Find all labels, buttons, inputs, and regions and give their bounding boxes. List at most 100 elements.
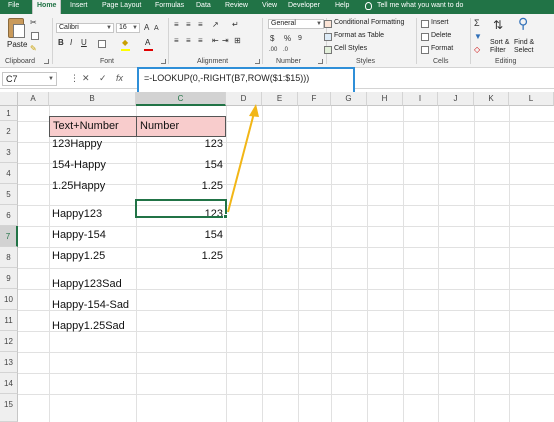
row-header-15[interactable]: 15 [0,394,18,422]
delete-button[interactable]: Delete [431,32,451,39]
font-size-combo[interactable]: 16 ▼ [116,23,140,33]
fill-icon[interactable]: ▼ [474,32,482,42]
decrease-decimal-icon[interactable]: .0 [283,45,288,55]
format-as-table-button[interactable]: Format as Table [334,32,384,39]
row-header-2[interactable]: 2 [0,121,18,142]
decrease-indent-icon[interactable]: ⇤ [212,36,219,46]
alignment-launcher-icon[interactable] [255,59,260,64]
row-header-14[interactable]: 14 [0,373,18,394]
percent-button[interactable]: % [284,34,291,44]
row-header-8[interactable]: 8 [0,247,18,268]
insert-button[interactable]: Insert [431,19,449,26]
increase-font-icon[interactable]: A [144,23,149,33]
tab-data[interactable]: Data [196,2,211,9]
select-all-corner[interactable] [0,92,18,106]
comma-style-icon[interactable]: 9 [298,34,302,44]
insert-function-button[interactable]: fx [116,73,123,83]
autosum-icon[interactable]: Σ [474,18,480,28]
copy-icon[interactable] [31,32,39,40]
cell-b13[interactable]: Happy1.25Sad [49,317,169,336]
cancel-icon[interactable]: ✕ [82,73,90,84]
row-header-9[interactable]: 9 [0,268,18,289]
cell-b3[interactable]: 123Happy [49,135,136,154]
row-header-12[interactable]: 12 [0,331,18,352]
align-top-icon[interactable]: ≡ [174,20,179,30]
cell-c4[interactable]: 154 [136,156,226,175]
wrap-text-icon[interactable]: ↵ [232,20,239,30]
cell-c2[interactable]: Number [136,116,226,137]
cell-c5[interactable]: 1.25 [136,177,226,196]
column-header-b[interactable]: B [49,92,136,106]
column-header-f[interactable]: F [298,92,331,106]
fill-handle[interactable] [223,214,228,219]
row-header-4[interactable]: 4 [0,163,18,184]
currency-button[interactable]: $ [270,34,274,44]
clear-icon[interactable]: ◇ [474,45,480,55]
column-header-e[interactable]: E [262,92,298,106]
increase-decimal-icon[interactable]: .00 [269,45,277,55]
column-header-j[interactable]: J [438,92,474,106]
format-button[interactable]: Format [431,45,453,52]
font-launcher-icon[interactable] [161,59,166,64]
row-header-11[interactable]: 11 [0,310,18,331]
cut-icon[interactable]: ✂ [30,18,37,28]
borders-icon[interactable] [98,40,106,48]
fill-color-icon[interactable]: ◆ [122,38,128,48]
row-header-1[interactable]: 1 [0,106,18,121]
enter-icon[interactable]: ✓ [99,73,107,84]
number-format-combo[interactable]: General ▼ [268,19,324,29]
align-right-icon[interactable]: ≡ [198,36,203,46]
font-color-icon[interactable]: A [145,38,150,48]
align-center-icon[interactable]: ≡ [186,36,191,46]
column-header-h[interactable]: H [367,92,403,106]
column-header-g[interactable]: G [331,92,367,106]
cell-b8[interactable]: Happy-154 [49,226,136,245]
cell-b11[interactable]: Happy123Sad [49,275,169,294]
cell-styles-button[interactable]: Cell Styles [334,45,367,52]
format-painter-icon[interactable]: ✎ [30,44,37,54]
cell-c9[interactable]: 1.25 [136,247,226,266]
row-header-5[interactable]: 5 [0,184,18,205]
column-header-i[interactable]: I [403,92,438,106]
tab-developer[interactable]: Developer [288,2,320,9]
row-header-6[interactable]: 6 [0,205,18,226]
cell-b12[interactable]: Happy-154-Sad [49,296,169,315]
tab-help[interactable]: Help [335,2,349,9]
orientation-icon[interactable]: ↗ [212,20,219,30]
row-header-10[interactable]: 10 [0,289,18,310]
italic-icon[interactable]: I [70,38,72,48]
number-launcher-icon[interactable] [318,59,323,64]
align-middle-icon[interactable]: ≡ [186,20,191,30]
find-select-label-1[interactable]: Find & [514,39,534,46]
row-header-7[interactable]: 7 [0,226,18,247]
worksheet-grid[interactable]: A B C D E F G H I J K L 1 2 3 4 5 6 7 8 … [0,92,554,422]
find-select-label-2[interactable]: Select [514,47,533,54]
tab-view[interactable]: View [262,2,277,9]
find-select-icon[interactable]: ⚲ [518,16,528,30]
column-header-l[interactable]: L [509,92,554,106]
sort-filter-label-1[interactable]: Sort & [490,39,509,46]
tab-review[interactable]: Review [225,2,248,9]
tab-page-layout[interactable]: Page Layout [102,2,141,9]
tab-file[interactable]: File [8,2,19,9]
decrease-font-icon[interactable]: A [154,24,159,34]
conditional-formatting-button[interactable]: Conditional Formatting [334,19,404,26]
underline-icon[interactable]: U [81,38,87,48]
cell-b9[interactable]: Happy1.25 [49,247,136,266]
paste-button-label[interactable]: Paste [7,40,27,49]
bold-icon[interactable]: B [58,38,64,48]
row-header-3[interactable]: 3 [0,142,18,163]
cell-b5[interactable]: 1.25Happy [49,177,136,196]
column-header-c[interactable]: C [136,92,226,106]
merge-center-icon[interactable]: ⊞ [234,36,241,46]
cell-b2[interactable]: Text+Number [49,116,137,137]
increase-indent-icon[interactable]: ⇥ [222,36,229,46]
tell-me-search[interactable]: Tell me what you want to do [377,2,463,9]
tab-formulas[interactable]: Formulas [155,2,184,9]
tab-insert[interactable]: Insert [70,2,88,9]
clipboard-launcher-icon[interactable] [44,59,49,64]
align-left-icon[interactable]: ≡ [174,36,179,46]
column-header-k[interactable]: K [474,92,509,106]
column-header-d[interactable]: D [226,92,262,106]
paste-icon[interactable] [8,18,25,38]
